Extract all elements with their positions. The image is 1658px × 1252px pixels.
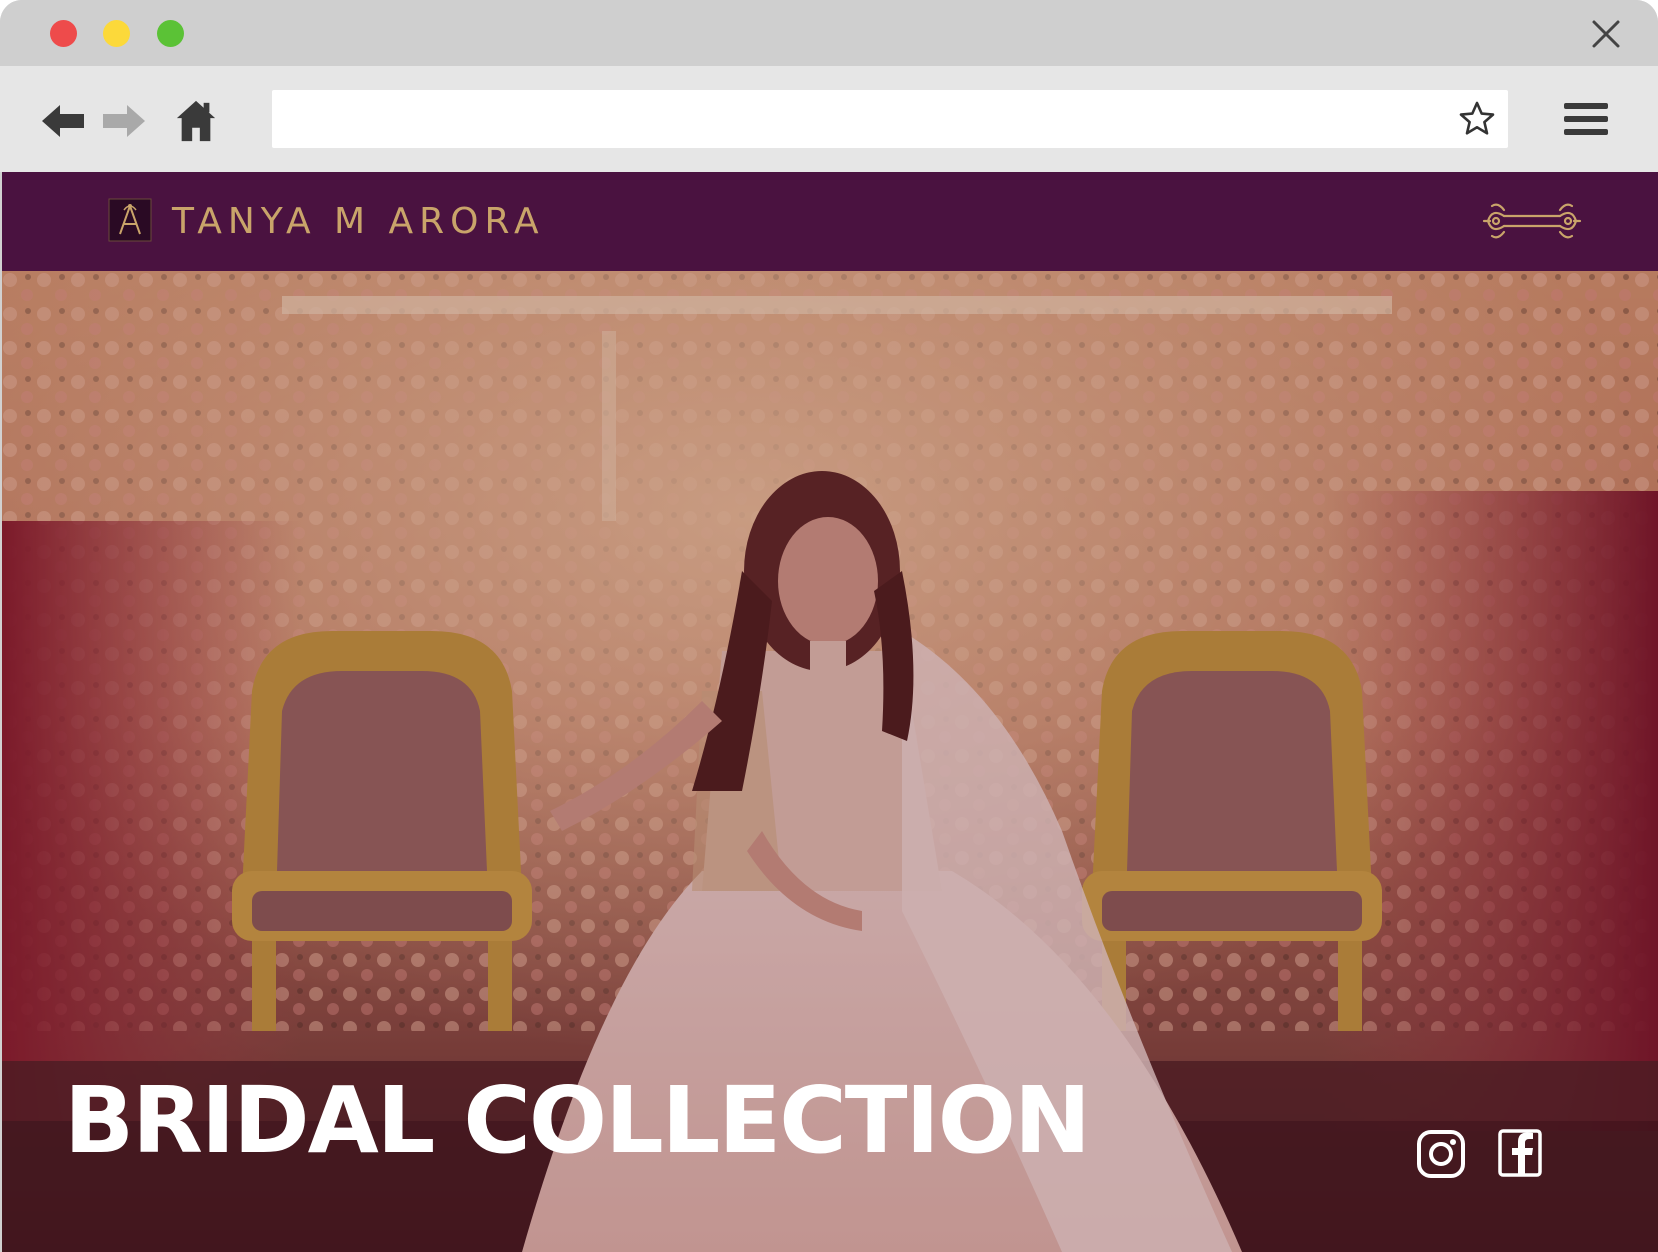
- instagram-icon[interactable]: [1416, 1129, 1466, 1179]
- maximize-window-button[interactable]: [157, 20, 184, 47]
- ornamental-menu-icon[interactable]: [1482, 198, 1582, 244]
- brand-name[interactable]: TANYA M ARORA: [172, 200, 545, 244]
- hamburger-menu-icon[interactable]: [1564, 102, 1608, 136]
- home-icon[interactable]: [174, 99, 218, 143]
- browser-window: TANYA M ARORA BRIDAL COLLECTION: [0, 0, 1658, 1252]
- arrow-right-icon[interactable]: [101, 99, 147, 143]
- logo-monogram-icon[interactable]: [108, 198, 152, 242]
- arrow-left-icon[interactable]: [40, 99, 86, 143]
- address-bar[interactable]: [272, 90, 1508, 148]
- title-bar: [0, 0, 1658, 66]
- close-icon[interactable]: [1590, 18, 1622, 50]
- webpage: TANYA M ARORA BRIDAL COLLECTION: [2, 172, 1658, 1252]
- site-header: TANYA M ARORA: [2, 172, 1658, 271]
- star-icon[interactable]: [1458, 100, 1496, 138]
- hero-banner: BRIDAL COLLECTION: [2, 271, 1658, 1252]
- hero-title: BRIDAL COLLECTION: [64, 1067, 1091, 1174]
- close-window-button[interactable]: [50, 20, 77, 47]
- minimize-window-button[interactable]: [103, 20, 130, 47]
- browser-toolbar: [0, 66, 1658, 172]
- facebook-icon[interactable]: [1498, 1129, 1542, 1177]
